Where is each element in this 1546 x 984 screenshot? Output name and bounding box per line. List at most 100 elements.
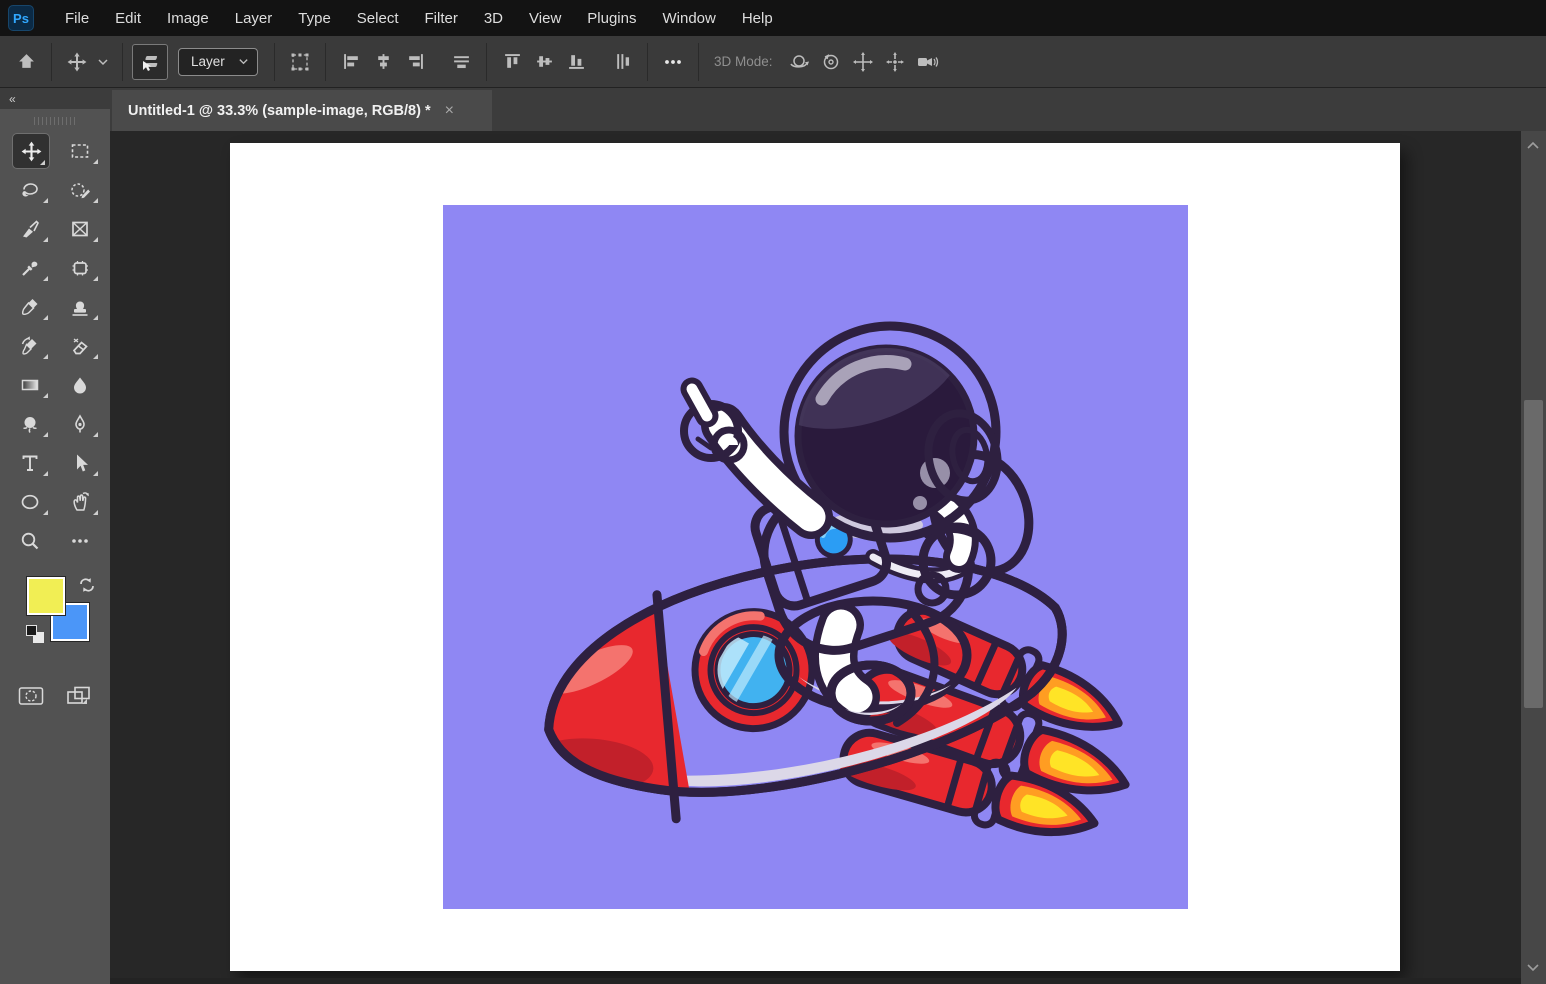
quick-mask-button[interactable] — [16, 683, 46, 709]
3d-roll-button[interactable] — [815, 44, 847, 80]
frame-tool[interactable] — [55, 211, 105, 247]
align-bottom-edges-icon — [567, 52, 586, 71]
tool-preset-button[interactable] — [61, 44, 93, 80]
menu-help[interactable]: Help — [729, 0, 786, 36]
menu-3d[interactable]: 3D — [471, 0, 516, 36]
auto-select-toggle[interactable] — [132, 44, 168, 80]
vertical-scrollbar[interactable] — [1521, 131, 1546, 984]
ellipse-shape-tool[interactable] — [5, 484, 55, 520]
default-colors-button[interactable] — [26, 625, 44, 643]
document-tab[interactable]: Untitled-1 @ 33.3% (sample-image, RGB/8)… — [112, 90, 492, 131]
menu-image[interactable]: Image — [154, 0, 222, 36]
toolbar-collapse-button[interactable]: « — [0, 88, 110, 109]
remove-brush-icon — [19, 218, 41, 240]
menu-file[interactable]: File — [52, 0, 102, 36]
foreground-color-swatch[interactable] — [27, 577, 65, 615]
hand-tool[interactable] — [55, 484, 105, 520]
zoom-tool[interactable] — [5, 523, 55, 559]
lasso-icon — [19, 179, 41, 201]
home-icon — [17, 52, 36, 71]
separator — [647, 43, 648, 81]
lasso-tool[interactable] — [5, 172, 55, 208]
eraser-tool[interactable] — [55, 328, 105, 364]
camera-3d-icon — [915, 50, 939, 74]
document-tab-bar: Untitled-1 @ 33.3% (sample-image, RGB/8)… — [110, 88, 1546, 131]
eraser-icon — [69, 335, 91, 357]
clone-stamp-tool[interactable] — [55, 289, 105, 325]
object-selection-tool[interactable] — [55, 172, 105, 208]
3d-slide-button[interactable] — [879, 44, 911, 80]
menu-view[interactable]: View — [516, 0, 574, 36]
move-icon — [21, 141, 42, 162]
eyedropper-tool[interactable] — [5, 250, 55, 286]
separator — [325, 43, 326, 81]
frame-icon — [69, 218, 91, 240]
align-middle-button[interactable] — [528, 44, 560, 80]
screen-mode-button[interactable] — [64, 683, 94, 709]
scroll-down-icon[interactable] — [1526, 963, 1540, 972]
scroll-up-icon[interactable] — [1526, 141, 1540, 150]
pen-tool[interactable] — [55, 406, 105, 442]
menu-type[interactable]: Type — [285, 0, 344, 36]
align-left-button[interactable] — [335, 44, 367, 80]
selection-arrow-icon — [69, 452, 91, 474]
photoshop-logo-icon[interactable]: Ps — [8, 5, 34, 31]
3d-camera-button[interactable] — [911, 44, 943, 80]
edit-toolbar-button[interactable] — [55, 523, 105, 559]
move-tool[interactable] — [12, 133, 50, 169]
auto-select-target-dropdown[interactable]: Layer — [178, 48, 258, 76]
show-transform-controls-toggle[interactable] — [284, 44, 316, 80]
gradient-tool[interactable] — [5, 367, 55, 403]
horizontal-scroll-strip[interactable] — [110, 978, 1521, 984]
more-align-options-button[interactable] — [657, 44, 689, 80]
3d-pan-button[interactable] — [847, 44, 879, 80]
toolbar-grip-handle[interactable] — [34, 117, 76, 125]
distribute-horizontal-icon — [452, 52, 471, 71]
menu-window[interactable]: Window — [649, 0, 728, 36]
menu-filter[interactable]: Filter — [412, 0, 471, 36]
align-right-edges-icon — [406, 52, 425, 71]
document-canvas[interactable] — [230, 143, 1400, 971]
3d-orbit-button[interactable] — [783, 44, 815, 80]
rectangular-marquee-tool[interactable] — [55, 133, 105, 169]
eyedropper-icon — [19, 257, 41, 279]
auto-select-target-value: Layer — [191, 54, 225, 69]
scrollbar-thumb[interactable] — [1524, 400, 1543, 708]
align-left-edges-icon — [342, 52, 361, 71]
auto-select-layers-icon — [139, 51, 161, 73]
patch-tool[interactable] — [55, 250, 105, 286]
align-top-button[interactable] — [496, 44, 528, 80]
dodge-tool[interactable] — [5, 406, 55, 442]
tab-close-icon[interactable]: × — [441, 101, 458, 121]
distribute-vertical-button[interactable] — [606, 44, 638, 80]
blur-drop-icon — [69, 374, 91, 396]
remove-brush-tool[interactable] — [5, 211, 55, 247]
menu-edit[interactable]: Edit — [102, 0, 154, 36]
tool-options-bar: Layer — [0, 36, 1546, 88]
move-icon — [67, 52, 87, 72]
distribute-horizontal-button[interactable] — [445, 44, 477, 80]
chevron-down-icon — [238, 56, 249, 67]
swap-colors-icon[interactable] — [77, 575, 97, 595]
align-center-h-button[interactable] — [367, 44, 399, 80]
align-right-button[interactable] — [399, 44, 431, 80]
slide-3d-icon — [883, 50, 907, 74]
menu-layer[interactable]: Layer — [222, 0, 286, 36]
tool-preset-chevron[interactable] — [93, 44, 113, 80]
brush-tool[interactable] — [5, 289, 55, 325]
path-selection-tool[interactable] — [55, 445, 105, 481]
home-button[interactable] — [10, 44, 42, 80]
separator — [698, 43, 699, 81]
menu-plugins[interactable]: Plugins — [574, 0, 649, 36]
type-tool[interactable] — [5, 445, 55, 481]
history-brush-tool[interactable] — [5, 328, 55, 364]
photoshop-window: Ps File Edit Image Layer Type Select Fil… — [0, 0, 1546, 984]
blur-tool[interactable] — [55, 367, 105, 403]
canvas-area[interactable] — [110, 131, 1521, 984]
align-bottom-button[interactable] — [560, 44, 592, 80]
astronaut-rocket-illustration — [443, 205, 1188, 909]
menu-select[interactable]: Select — [344, 0, 412, 36]
type-icon — [19, 452, 41, 474]
align-top-edges-icon — [503, 52, 522, 71]
patch-icon — [69, 257, 91, 279]
